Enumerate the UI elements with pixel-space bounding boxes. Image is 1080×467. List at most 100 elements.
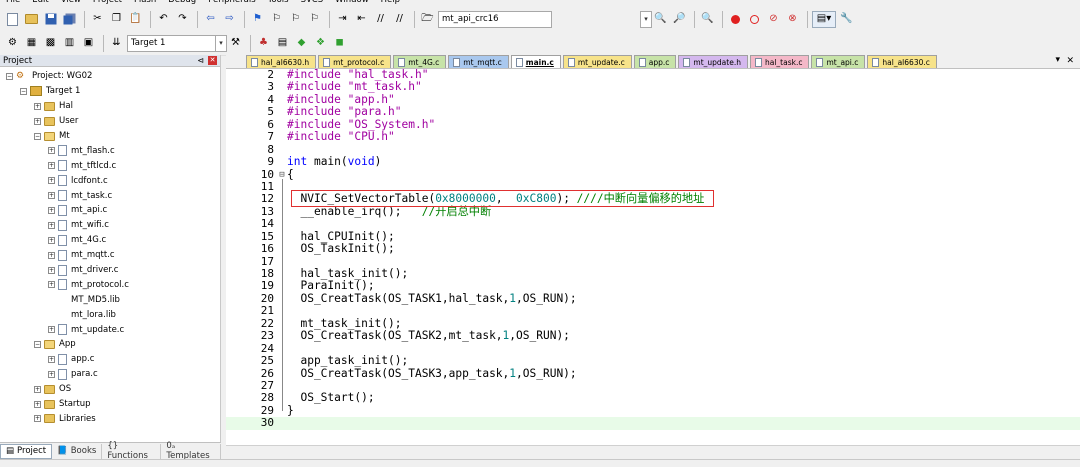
cut-icon[interactable]: ✂ — [89, 11, 106, 28]
target-select[interactable]: Target 1 — [127, 34, 217, 52]
code-line[interactable]: 9 int main(void) — [226, 155, 1080, 168]
expand-icon[interactable]: + — [48, 326, 55, 334]
expand-icon[interactable]: + — [48, 236, 55, 244]
save-icon[interactable] — [42, 11, 59, 28]
code-line[interactable]: 23 OS_CreatTask(OS_TASK2,mt_task,1,OS_RU… — [226, 329, 1080, 342]
tree-folder[interactable]: + OS — [0, 382, 220, 397]
panel-tab-project[interactable]: ▤ Project — [0, 443, 53, 459]
manage-components-icon[interactable]: ♣ — [255, 35, 272, 52]
menu-view[interactable]: View — [55, 0, 87, 7]
tree-node[interactable]: − Target 1 — [0, 84, 220, 99]
expand-icon[interactable]: + — [34, 102, 41, 110]
find-combo[interactable]: mt_api_crc16 — [438, 10, 552, 28]
incremental-find-icon[interactable]: 🔍 — [652, 11, 669, 28]
expand-icon[interactable]: + — [48, 162, 55, 170]
menu-tools[interactable]: Tools — [262, 0, 295, 7]
kill-breakpoints-icon[interactable]: ⊘ — [765, 11, 782, 28]
editor-tab[interactable]: hal_task.c — [749, 55, 810, 68]
tree-file[interactable]: + mt_protocol.c — [0, 277, 220, 292]
editor-tab[interactable]: app.c — [633, 55, 677, 68]
expand-icon[interactable]: + — [34, 117, 41, 125]
editor-tab[interactable]: mt_update.c — [562, 55, 632, 68]
expand-icon[interactable]: + — [48, 281, 55, 289]
horizontal-scrollbar[interactable] — [226, 445, 1080, 459]
tree-folder[interactable]: + Hal — [0, 99, 220, 114]
code-line[interactable]: 30 — [226, 416, 1080, 430]
tree-file[interactable]: + mt_flash.c — [0, 143, 220, 158]
close-tab-icon[interactable]: ✕ — [1066, 56, 1074, 66]
editor-tab[interactable]: hal_al6630.c — [867, 55, 937, 68]
menu-peripherals[interactable]: Peripherals — [202, 0, 261, 7]
run-time-environment-icon[interactable]: ◼ — [331, 35, 348, 52]
expand-icon[interactable]: + — [34, 385, 41, 393]
collapse-icon[interactable]: − — [20, 87, 27, 95]
menu-help[interactable]: Help — [375, 0, 406, 7]
expand-icon[interactable]: + — [48, 370, 55, 378]
undo-icon[interactable]: ↶ — [155, 11, 172, 28]
code-line[interactable]: 13 __enable_irq(); //开启总中断 — [226, 205, 1080, 218]
tree-node[interactable]: − ⚙ Project: WG02 — [0, 69, 220, 84]
download-icon[interactable]: ⇊ — [108, 35, 125, 52]
menu-flash[interactable]: Flash — [128, 0, 162, 7]
expand-icon[interactable]: + — [48, 266, 55, 274]
bookmark-icon[interactable]: ⚑ — [249, 11, 266, 28]
tree-folder[interactable]: − Mt — [0, 129, 220, 144]
collapse-icon[interactable]: − — [34, 132, 41, 140]
save-all-icon[interactable] — [61, 11, 78, 28]
collapse-icon[interactable]: − — [34, 340, 41, 348]
prev-bookmark-icon[interactable]: ⚐ — [268, 11, 285, 28]
menu-svcs[interactable]: SVCS — [295, 0, 330, 7]
breakpoint-icon[interactable] — [727, 11, 744, 28]
tree-file[interactable]: + mt_update.c — [0, 322, 220, 337]
expand-icon[interactable]: + — [48, 177, 55, 185]
expand-icon[interactable]: + — [34, 415, 41, 423]
code-area[interactable]: 2 #include "hal_task.h" 3 #include "mt_task… — [226, 68, 1080, 430]
menu-project[interactable]: Project — [87, 0, 128, 7]
editor-tab[interactable]: mt_update.h — [678, 55, 748, 68]
redo-icon[interactable]: ↷ — [174, 11, 191, 28]
debug-session-icon[interactable]: 🔍 — [699, 11, 716, 28]
tree-node[interactable]: mt_lora.lib — [0, 307, 220, 322]
find-combo-dropdown[interactable]: ▾ — [640, 10, 652, 28]
expand-icon[interactable]: + — [48, 206, 55, 214]
file-extensions-icon[interactable]: ▤ — [274, 35, 291, 52]
editor-tab[interactable]: mt_api.c — [811, 55, 866, 68]
tree-node[interactable]: MT_MD5.lib — [0, 292, 220, 307]
menu-edit[interactable]: Edit — [26, 0, 54, 7]
nav-forward-icon[interactable]: ⇨ — [221, 11, 238, 28]
tree-file[interactable]: + app.c — [0, 352, 220, 367]
pin-icon[interactable]: ⊲ — [197, 56, 204, 65]
target-options-icon[interactable]: ⚒ — [227, 35, 244, 52]
stop-build-icon[interactable]: ▣ — [80, 35, 97, 52]
build-icon[interactable]: ▦ — [23, 35, 40, 52]
editor-tab[interactable]: mt_mqtt.c — [448, 55, 509, 68]
editor-tab[interactable]: mt_protocol.c — [318, 55, 392, 68]
expand-icon[interactable]: + — [48, 192, 55, 200]
code-line[interactable]: 10 ⊟{ — [226, 168, 1080, 181]
tree-file[interactable]: + para.c — [0, 367, 220, 382]
menu-debug[interactable]: Debug — [162, 0, 202, 7]
kill-all-breakpoints-icon[interactable]: ⊗ — [784, 11, 801, 28]
tree-file[interactable]: + mt_task.c — [0, 188, 220, 203]
paste-icon[interactable]: 📋 — [127, 11, 144, 28]
code-line[interactable]: 29} — [226, 404, 1080, 417]
tree-file[interactable]: + mt_driver.c — [0, 263, 220, 278]
code-line[interactable]: 7 #include "CPU.h" — [226, 130, 1080, 143]
select-software-packs-icon[interactable]: ❖ — [312, 35, 329, 52]
menu-file[interactable]: File — [0, 0, 26, 7]
tree-file[interactable]: + lcdfont.c — [0, 173, 220, 188]
configure-icon[interactable]: 🔧 — [838, 11, 855, 28]
tree-folder[interactable]: + Libraries — [0, 411, 220, 426]
tree-file[interactable]: + mt_mqtt.c — [0, 248, 220, 263]
indent-icon[interactable]: ⇥ — [334, 11, 351, 28]
editor-tab[interactable]: main.c — [510, 55, 561, 68]
code-line[interactable]: 28 OS_Start(); — [226, 391, 1080, 404]
expand-icon[interactable]: + — [34, 400, 41, 408]
panel-tab-functions[interactable]: {} Functions — [102, 441, 162, 461]
code-line[interactable]: 16 OS_TaskInit(); — [226, 242, 1080, 255]
tree-file[interactable]: + mt_api.c — [0, 203, 220, 218]
open-folder-icon[interactable] — [23, 11, 40, 28]
translate-icon[interactable]: ⚙ — [4, 35, 21, 52]
code-line[interactable]: 20 OS_CreatTask(OS_TASK1,hal_task,1,OS_R… — [226, 292, 1080, 305]
batch-build-icon[interactable]: ▥ — [61, 35, 78, 52]
